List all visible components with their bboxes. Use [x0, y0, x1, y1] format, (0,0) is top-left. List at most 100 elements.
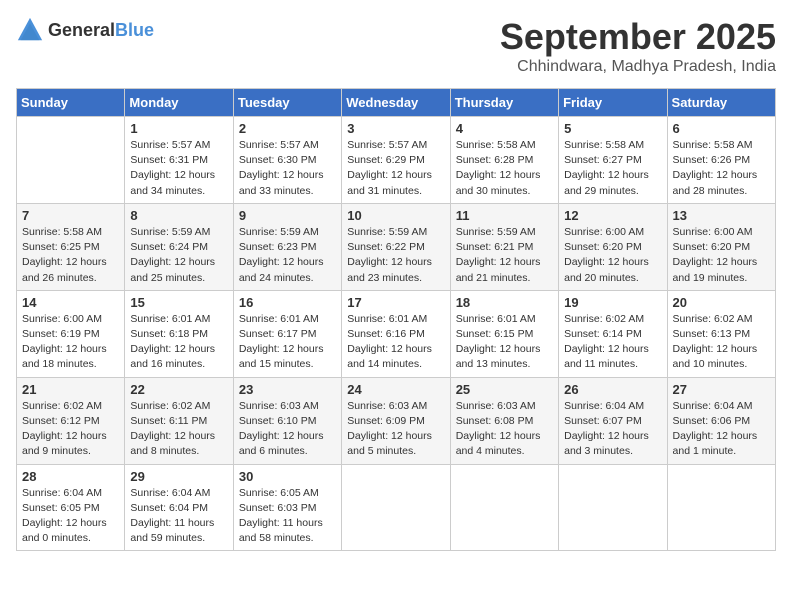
- calendar-cell: 24Sunrise: 6:03 AMSunset: 6:09 PMDayligh…: [342, 377, 450, 464]
- day-info: Sunrise: 6:05 AMSunset: 6:03 PMDaylight:…: [239, 486, 336, 547]
- calendar-cell: 10 Sunrise: 5:59 AMSunset: 6:22 PMDayligh…: [342, 203, 450, 290]
- calendar-cell: 26Sunrise: 6:04 AMSunset: 6:07 PMDayligh…: [559, 377, 667, 464]
- day-info: Sunrise: 5:58 AMSunset: 6:27 PMDaylight:…: [564, 138, 661, 199]
- calendar-cell: 19 Sunrise: 6:02 AMSunset: 6:14 PMDayligh…: [559, 290, 667, 377]
- calendar-cell: [17, 117, 125, 204]
- weekday-header-monday: Monday: [125, 89, 233, 117]
- day-info: Sunrise: 6:02 AMSunset: 6:12 PMDaylight:…: [22, 399, 119, 460]
- day-number: 8: [130, 208, 227, 223]
- day-number: 14: [22, 295, 119, 310]
- day-info: Sunrise: 6:04 AMSunset: 6:06 PMDaylight:…: [673, 399, 770, 460]
- day-info: Sunrise: 6:03 AMSunset: 6:08 PMDaylight:…: [456, 399, 553, 460]
- calendar-cell: 13 Sunrise: 6:00 AMSunset: 6:20 PMDayligh…: [667, 203, 775, 290]
- calendar-cell: 3 Sunrise: 5:57 AMSunset: 6:29 PMDaylight…: [342, 117, 450, 204]
- calendar-cell: [667, 464, 775, 551]
- calendar-cell: 29 Sunrise: 6:04 AMSunset: 6:04 PMDayligh…: [125, 464, 233, 551]
- day-number: 29: [130, 469, 227, 484]
- day-info: Sunrise: 5:58 AMSunset: 6:25 PMDaylight:…: [22, 225, 119, 286]
- calendar-cell: 14 Sunrise: 6:00 AMSunset: 6:19 PMDayligh…: [17, 290, 125, 377]
- day-number: 6: [673, 121, 770, 136]
- day-number: 1: [130, 121, 227, 136]
- calendar-cell: 30 Sunrise: 6:05 AMSunset: 6:03 PMDayligh…: [233, 464, 341, 551]
- calendar-cell: [342, 464, 450, 551]
- calendar-week-4: 21Sunrise: 6:02 AMSunset: 6:12 PMDayligh…: [17, 377, 776, 464]
- day-info: Sunrise: 5:58 AMSunset: 6:28 PMDaylight:…: [456, 138, 553, 199]
- calendar-cell: 4 Sunrise: 5:58 AMSunset: 6:28 PMDaylight…: [450, 117, 558, 204]
- day-number: 18: [456, 295, 553, 310]
- day-number: 22: [130, 382, 227, 397]
- calendar-cell: 25 Sunrise: 6:03 AMSunset: 6:08 PMDayligh…: [450, 377, 558, 464]
- day-number: 28: [22, 469, 119, 484]
- weekday-header-wednesday: Wednesday: [342, 89, 450, 117]
- day-number: 15: [130, 295, 227, 310]
- calendar-week-1: 1 Sunrise: 5:57 AMSunset: 6:31 PMDaylight…: [17, 117, 776, 204]
- day-info: Sunrise: 6:02 AMSunset: 6:13 PMDaylight:…: [673, 312, 770, 373]
- calendar-cell: 11 Sunrise: 5:59 AMSunset: 6:21 PMDayligh…: [450, 203, 558, 290]
- calendar-cell: 28Sunrise: 6:04 AMSunset: 6:05 PMDayligh…: [17, 464, 125, 551]
- calendar-cell: 12Sunrise: 6:00 AMSunset: 6:20 PMDayligh…: [559, 203, 667, 290]
- day-info: Sunrise: 6:03 AMSunset: 6:09 PMDaylight:…: [347, 399, 444, 460]
- day-info: Sunrise: 5:57 AMSunset: 6:30 PMDaylight:…: [239, 138, 336, 199]
- calendar-cell: 16 Sunrise: 6:01 AMSunset: 6:17 PMDayligh…: [233, 290, 341, 377]
- day-number: 12: [564, 208, 661, 223]
- calendar-cell: 9Sunrise: 5:59 AMSunset: 6:23 PMDaylight…: [233, 203, 341, 290]
- day-number: 16: [239, 295, 336, 310]
- day-info: Sunrise: 6:00 AMSunset: 6:20 PMDaylight:…: [673, 225, 770, 286]
- calendar-cell: 18 Sunrise: 6:01 AMSunset: 6:15 PMDayligh…: [450, 290, 558, 377]
- page-header: GeneralBlue September 2025 Chhindwara, M…: [16, 16, 776, 76]
- day-number: 13: [673, 208, 770, 223]
- day-info: Sunrise: 5:58 AMSunset: 6:26 PMDaylight:…: [673, 138, 770, 199]
- calendar-cell: 21Sunrise: 6:02 AMSunset: 6:12 PMDayligh…: [17, 377, 125, 464]
- calendar-cell: 22 Sunrise: 6:02 AMSunset: 6:11 PMDayligh…: [125, 377, 233, 464]
- day-number: 4: [456, 121, 553, 136]
- calendar-cell: 1 Sunrise: 5:57 AMSunset: 6:31 PMDaylight…: [125, 117, 233, 204]
- day-number: 25: [456, 382, 553, 397]
- day-number: 11: [456, 208, 553, 223]
- day-info: Sunrise: 5:59 AMSunset: 6:23 PMDaylight:…: [239, 225, 336, 286]
- day-info: Sunrise: 6:00 AMSunset: 6:19 PMDaylight:…: [22, 312, 119, 373]
- day-info: Sunrise: 5:59 AMSunset: 6:22 PMDaylight:…: [347, 225, 444, 286]
- logo-general: General: [48, 20, 115, 40]
- day-number: 7: [22, 208, 119, 223]
- day-number: 17: [347, 295, 444, 310]
- calendar-week-3: 14 Sunrise: 6:00 AMSunset: 6:19 PMDayligh…: [17, 290, 776, 377]
- day-info: Sunrise: 5:57 AMSunset: 6:31 PMDaylight:…: [130, 138, 227, 199]
- calendar-cell: 23 Sunrise: 6:03 AMSunset: 6:10 PMDayligh…: [233, 377, 341, 464]
- logo-blue: Blue: [115, 20, 154, 40]
- day-number: 27: [673, 382, 770, 397]
- day-info: Sunrise: 6:01 AMSunset: 6:15 PMDaylight:…: [456, 312, 553, 373]
- day-info: Sunrise: 6:01 AMSunset: 6:17 PMDaylight:…: [239, 312, 336, 373]
- calendar-week-5: 28Sunrise: 6:04 AMSunset: 6:05 PMDayligh…: [17, 464, 776, 551]
- calendar-cell: [559, 464, 667, 551]
- weekday-header-thursday: Thursday: [450, 89, 558, 117]
- day-info: Sunrise: 5:59 AMSunset: 6:21 PMDaylight:…: [456, 225, 553, 286]
- day-number: 2: [239, 121, 336, 136]
- title-block: September 2025 Chhindwara, Madhya Prades…: [500, 16, 776, 76]
- calendar-cell: 8 Sunrise: 5:59 AMSunset: 6:24 PMDaylight…: [125, 203, 233, 290]
- day-number: 19: [564, 295, 661, 310]
- calendar-table: SundayMondayTuesdayWednesdayThursdayFrid…: [16, 88, 776, 551]
- day-number: 30: [239, 469, 336, 484]
- logo-icon: [16, 16, 44, 44]
- day-info: Sunrise: 5:59 AMSunset: 6:24 PMDaylight:…: [130, 225, 227, 286]
- calendar-cell: 6 Sunrise: 5:58 AMSunset: 6:26 PMDaylight…: [667, 117, 775, 204]
- day-number: 5: [564, 121, 661, 136]
- calendar-cell: 2 Sunrise: 5:57 AMSunset: 6:30 PMDaylight…: [233, 117, 341, 204]
- calendar-cell: 17 Sunrise: 6:01 AMSunset: 6:16 PMDayligh…: [342, 290, 450, 377]
- day-number: 3: [347, 121, 444, 136]
- day-info: Sunrise: 6:02 AMSunset: 6:14 PMDaylight:…: [564, 312, 661, 373]
- day-info: Sunrise: 6:01 AMSunset: 6:16 PMDaylight:…: [347, 312, 444, 373]
- day-number: 23: [239, 382, 336, 397]
- day-info: Sunrise: 5:57 AMSunset: 6:29 PMDaylight:…: [347, 138, 444, 199]
- day-number: 20: [673, 295, 770, 310]
- calendar-cell: 15Sunrise: 6:01 AMSunset: 6:18 PMDayligh…: [125, 290, 233, 377]
- day-number: 26: [564, 382, 661, 397]
- day-info: Sunrise: 6:02 AMSunset: 6:11 PMDaylight:…: [130, 399, 227, 460]
- location-title: Chhindwara, Madhya Pradesh, India: [500, 58, 776, 76]
- day-info: Sunrise: 6:03 AMSunset: 6:10 PMDaylight:…: [239, 399, 336, 460]
- calendar-cell: 20 Sunrise: 6:02 AMSunset: 6:13 PMDayligh…: [667, 290, 775, 377]
- day-info: Sunrise: 6:04 AMSunset: 6:04 PMDaylight:…: [130, 486, 227, 547]
- day-number: 10: [347, 208, 444, 223]
- calendar-cell: 7 Sunrise: 5:58 AMSunset: 6:25 PMDaylight…: [17, 203, 125, 290]
- calendar-week-2: 7 Sunrise: 5:58 AMSunset: 6:25 PMDaylight…: [17, 203, 776, 290]
